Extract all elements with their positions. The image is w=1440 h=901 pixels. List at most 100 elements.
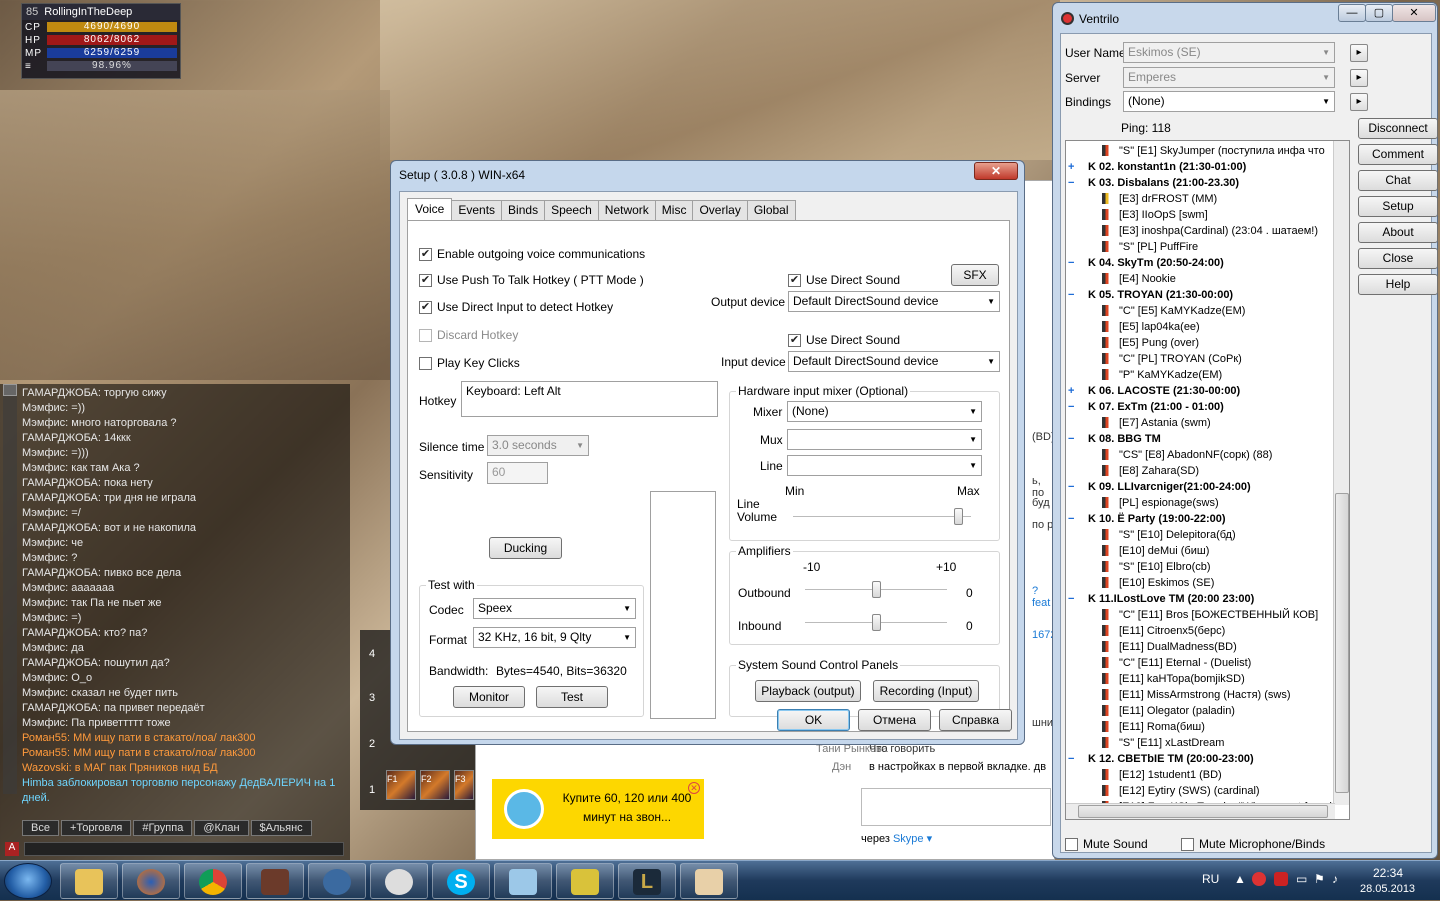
taskbar-chrome[interactable]	[184, 863, 242, 899]
chat-scroll-up-icon[interactable]	[3, 384, 17, 396]
flag-icon[interactable]: ⚑	[1314, 872, 1325, 886]
chat-button[interactable]: Chat	[1358, 170, 1438, 191]
taskbar-notepad[interactable]	[494, 863, 552, 899]
start-button[interactable]	[4, 863, 52, 899]
hotkey-field[interactable]: Keyboard: Left Alt	[461, 381, 718, 417]
tray-app-icon[interactable]	[1274, 872, 1288, 886]
collapse-icon[interactable]: −	[1068, 255, 1078, 271]
expand-icon[interactable]: +	[1068, 159, 1078, 175]
play-key-clicks-checkbox[interactable]: Play Key Clicks	[419, 356, 520, 370]
chat-tab[interactable]: Все	[22, 820, 59, 836]
tray-app-icon[interactable]	[1252, 872, 1266, 886]
use-ptt-checkbox[interactable]: ✔ Use Push To Talk Hotkey ( PTT Mode )	[419, 273, 644, 287]
sensitivity-input[interactable]: 60	[487, 462, 548, 484]
user-row[interactable]: "S" [E10] Delepitora(бд)	[1102, 527, 1236, 543]
skype-message-input[interactable]	[861, 788, 1051, 826]
user-row[interactable]: [E5] lap04ka(ee)	[1102, 319, 1200, 335]
channel-row[interactable]: − K 08. BBG TM	[1068, 431, 1161, 447]
tab-events[interactable]: Events	[451, 200, 503, 220]
tree-scroll-thumb[interactable]	[1335, 493, 1349, 793]
setup-close-button[interactable]: ✕	[974, 162, 1018, 180]
about-button[interactable]: About	[1358, 222, 1438, 243]
clock-time[interactable]: 22:34	[1373, 866, 1403, 880]
user-row[interactable]: "S" [E1] SkyJumper (поступила инфа что	[1102, 143, 1325, 159]
outbound-slider[interactable]	[805, 581, 947, 598]
taskbar-lol[interactable]: L	[618, 863, 676, 899]
tree-hscroll-thumb[interactable]	[1078, 805, 1328, 818]
taskbar-firefox[interactable]	[122, 863, 180, 899]
user-row[interactable]: [E4] Nookie	[1102, 271, 1176, 287]
playback-button[interactable]: Playback (output)	[755, 680, 861, 702]
skill-slot-f3[interactable]: F3	[454, 770, 474, 800]
tab-network[interactable]: Network	[597, 200, 656, 220]
channel-row[interactable]: + K 02. konstant1n (21:30-01:00)	[1068, 159, 1246, 175]
user-row[interactable]: [E3] drFROST (MM)	[1102, 191, 1217, 207]
user-row[interactable]: [E5] Pung (over)	[1102, 335, 1199, 351]
volume-icon[interactable]: ♪	[1332, 872, 1338, 886]
inbound-thumb[interactable]	[872, 614, 881, 631]
codec-select[interactable]: Speex ▼	[473, 598, 636, 619]
tab-voice[interactable]: Voice	[407, 198, 453, 220]
chat-tab[interactable]: @Клан	[194, 820, 249, 836]
help-button[interactable]: Help	[1358, 274, 1438, 295]
skype-via-link[interactable]: Skype ▾	[893, 833, 932, 845]
tree-horizontal-scrollbar[interactable]	[1066, 803, 1335, 819]
disconnect-button[interactable]: Disconnect	[1358, 118, 1438, 139]
user-row[interactable]: [E8] Zahara(SD)	[1102, 463, 1199, 479]
minimize-button[interactable]: —	[1338, 4, 1366, 22]
server-arrow-button[interactable]: ▸	[1350, 69, 1368, 87]
ventrilo-close-icon[interactable]: ✕	[1392, 4, 1436, 22]
tray-expand-icon[interactable]: ▲	[1234, 872, 1246, 886]
user-row[interactable]: [E3] inoshpa(Cardinal) (23:04 . шатаем!)	[1102, 223, 1318, 239]
user-row[interactable]: [E12] 1student1 (BD)	[1102, 767, 1222, 783]
channel-row[interactable]: − K 03. Disbalans (21:00-23.30)	[1068, 175, 1239, 191]
skill-slot-f2[interactable]: F2	[420, 770, 450, 800]
user-row[interactable]: [E7] Astania (swm)	[1102, 415, 1211, 431]
skype-link-fragment[interactable]: ?feat	[1032, 585, 1054, 609]
discard-hotkey-checkbox[interactable]: Discard Hotkey	[419, 328, 518, 342]
line-volume-slider[interactable]	[793, 508, 971, 525]
cancel-button[interactable]: Отмена	[858, 709, 931, 731]
comment-button[interactable]: Comment	[1358, 144, 1438, 165]
user-row[interactable]: [E3] IIoOpS [swm]	[1102, 207, 1208, 223]
chat-input-icon[interactable]: A	[5, 842, 19, 856]
silence-time-select[interactable]: 3.0 seconds ▼	[487, 435, 589, 456]
user-row[interactable]: [E11] Olegator (paladin)	[1102, 703, 1235, 719]
network-icon[interactable]: ▭	[1296, 872, 1307, 886]
user-row[interactable]: [E11] Citroenx5(берс)	[1102, 623, 1225, 639]
skill-slot-f1[interactable]: F1	[386, 770, 416, 800]
tab-global[interactable]: Global	[746, 200, 796, 220]
user-row[interactable]: "S" [E10] Elbro(cb)	[1102, 559, 1211, 575]
taskbar-lineage[interactable]	[246, 863, 304, 899]
user-row[interactable]: [E12] Eytiry (SWS) (cardinal)	[1102, 783, 1260, 799]
format-select[interactable]: 32 KHz, 16 bit, 9 Qlty ▼	[473, 627, 636, 648]
help-button[interactable]: Справка	[939, 709, 1012, 731]
ok-button[interactable]: OK	[777, 709, 850, 731]
user-row[interactable]: [PL] espionage(sws)	[1102, 495, 1219, 511]
bindings-arrow-button[interactable]: ▸	[1350, 93, 1368, 111]
channel-row[interactable]: − K 09. LLIvarcniger(21:00-24:00)	[1068, 479, 1251, 495]
line-select[interactable]: ▼	[787, 455, 982, 476]
user-row[interactable]: [E11] kaHTopa(bomjikSD)	[1102, 671, 1245, 687]
collapse-icon[interactable]: −	[1068, 399, 1078, 415]
chat-tab[interactable]: #Группа	[133, 820, 193, 836]
username-arrow-button[interactable]: ▸	[1350, 44, 1368, 62]
user-row[interactable]: "C" [E5] KaMYKadze(EM)	[1102, 303, 1245, 319]
channel-row[interactable]: − K 05. TROYAN (21:30-00:00)	[1068, 287, 1233, 303]
user-row[interactable]: "S" [PL] PuffFire	[1102, 239, 1198, 255]
use-direct-sound-output-checkbox[interactable]: ✔ Use Direct Sound	[788, 273, 900, 287]
collapse-icon[interactable]: −	[1068, 511, 1078, 527]
user-row[interactable]: "S" [E11] xLastDream	[1102, 735, 1224, 751]
taskbar-skype[interactable]: S	[432, 863, 490, 899]
chat-tab[interactable]: +Торговля	[60, 820, 132, 836]
mute-mic-checkbox[interactable]: Mute Microphone/Binds	[1181, 837, 1325, 851]
user-row[interactable]: "C" [PL] TROYAN (СоРк)	[1102, 351, 1242, 367]
tree-vertical-scrollbar[interactable]	[1333, 141, 1349, 805]
tab-binds[interactable]: Binds	[501, 200, 546, 220]
channel-row[interactable]: − K 12. CBETbIE TM (20:00-23:00)	[1068, 751, 1254, 767]
setup-button[interactable]: Setup	[1358, 196, 1438, 217]
channel-row[interactable]: − K 07. ExTm (21:00 - 01:00)	[1068, 399, 1224, 415]
taskbar-tool[interactable]	[556, 863, 614, 899]
user-row[interactable]: [E11] Roma(биш)	[1102, 719, 1205, 735]
channel-row[interactable]: − K 10. Ë Party (19:00-22:00)	[1068, 511, 1226, 527]
